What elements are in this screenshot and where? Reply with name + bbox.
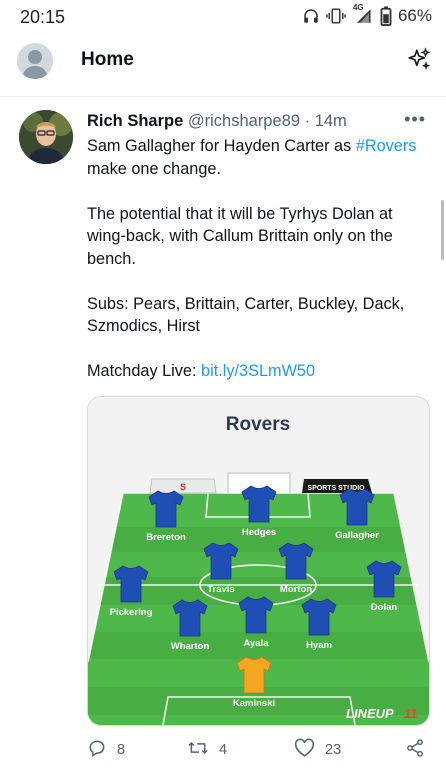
matchday-label: Matchday Live:	[87, 362, 202, 380]
tweet-paragraph: The potential that it will be Tyrhys Dol…	[87, 204, 393, 268]
share-icon	[405, 738, 425, 762]
player-name: Wharton	[171, 641, 210, 652]
player-name: Ayala	[244, 638, 270, 649]
more-options-icon[interactable]: •••	[404, 109, 426, 130]
text-segment: make one change.	[87, 159, 221, 178]
brand-label: LINEUP	[346, 706, 394, 721]
like-button[interactable]: 23	[294, 738, 341, 762]
tweet-paragraph: Subs: Pears, Brittain, Carter, Buckley, …	[87, 294, 405, 336]
vibrate-icon	[326, 7, 346, 25]
hashtag-link[interactable]: #Rovers	[356, 137, 417, 155]
player-name: Brereton	[146, 532, 186, 543]
matchday-link[interactable]: bit.ly/3SLmW50	[201, 362, 315, 380]
text-segment: Sam Gallagher for Hayden Carter as	[87, 137, 356, 155]
player-name: Hyam	[306, 640, 332, 651]
player-name: Dolan	[371, 602, 398, 613]
like-count: 23	[325, 742, 342, 758]
battery-icon	[380, 6, 392, 26]
sparkle-icon[interactable]	[406, 47, 432, 78]
status-icons: 4G 66%	[302, 3, 432, 26]
retweet-button[interactable]: 4	[187, 738, 227, 762]
reply-icon	[87, 738, 107, 762]
player-name: Kaminski	[233, 698, 275, 709]
tweet-text: Sam Gallagher for Hayden Carter as #Rove…	[87, 135, 427, 405]
retweet-count: 4	[219, 742, 228, 758]
status-time: 20:15	[20, 7, 66, 27]
lineup-image[interactable]: Rovers S SPORTS STUDIO Brereton Hedges G…	[87, 396, 430, 726]
player-name: Pickering	[110, 607, 153, 618]
player-name: Hedges	[242, 527, 276, 538]
page-title: Home	[81, 49, 134, 70]
lineup-graphic: Rovers S SPORTS STUDIO Brereton Hedges G…	[88, 397, 429, 725]
signal-icon: 4G	[352, 3, 374, 25]
author-avatar[interactable]	[19, 110, 73, 164]
battery-percent: 66%	[397, 6, 432, 25]
tweet-paragraph: Matchday Live: bit.ly/3SLmW50	[87, 360, 427, 383]
tweet-time[interactable]: 14m	[315, 112, 347, 130]
sponsor-label: SPORTS STUDIO	[307, 485, 365, 492]
player-name: Travis	[207, 584, 234, 595]
status-bar: 20:15 4G 66%	[0, 0, 446, 34]
brand-number: 11	[404, 706, 418, 721]
avatar[interactable]	[17, 43, 53, 79]
meta-separator: ·	[304, 112, 311, 130]
headphones-icon	[302, 7, 320, 25]
reply-button[interactable]: 8	[87, 738, 125, 762]
retweet-icon	[187, 738, 209, 762]
share-button[interactable]	[405, 738, 425, 762]
tweet-header: Rich Sharpe @richsharpe89 · 14m	[87, 112, 347, 131]
network-label: 4G	[352, 3, 364, 12]
author-handle[interactable]: @richsharpe89	[188, 112, 300, 130]
home-header: Home	[0, 34, 446, 97]
player-name: Gallagher	[335, 530, 379, 541]
tweet-actions: 8 4 23	[87, 738, 432, 762]
player-name: Morton	[280, 584, 312, 595]
tweet-paragraph: Sam Gallagher for Hayden Carter as #Rove…	[87, 135, 427, 180]
team-title: Rovers	[226, 414, 290, 435]
scrollbar[interactable]	[441, 200, 444, 260]
reply-count: 8	[117, 742, 126, 758]
ad-board-logo: S	[180, 482, 186, 492]
heart-icon	[294, 738, 315, 762]
author-name[interactable]: Rich Sharpe	[87, 112, 183, 130]
